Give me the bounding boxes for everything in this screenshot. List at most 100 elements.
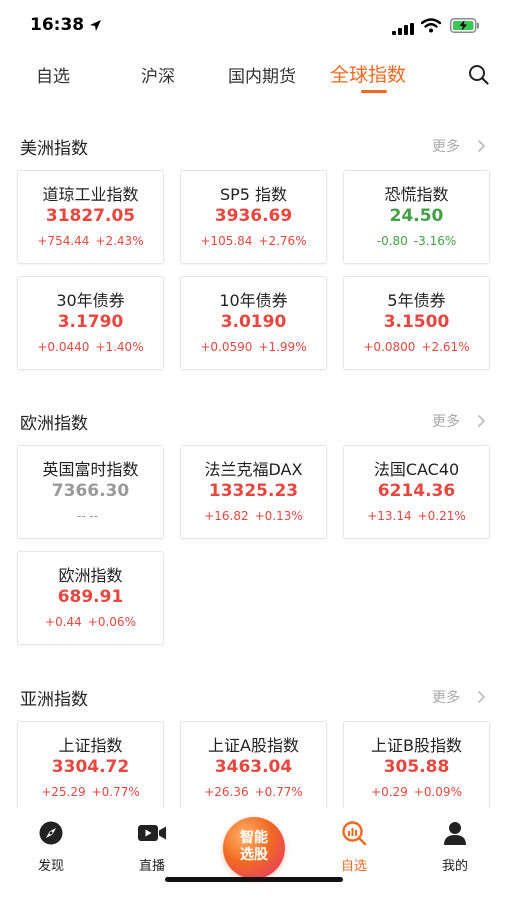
change-percent: +2.43% xyxy=(95,234,144,248)
index-value: 3463.04 xyxy=(214,757,293,777)
index-value: 13325.23 xyxy=(208,481,299,501)
index-name: 上证B股指数 xyxy=(371,736,462,755)
change-percent: +0.77% xyxy=(91,785,140,799)
index-value: 3.1500 xyxy=(383,312,450,332)
index-value: 6214.36 xyxy=(377,481,456,501)
index-name: 法兰克福DAX xyxy=(204,460,303,479)
index-card[interactable]: SP5 指数 3936.69 +105.84 +2.76% xyxy=(180,170,327,264)
index-value: 3304.72 xyxy=(51,757,130,777)
change-percent: +0.06% xyxy=(87,615,136,629)
index-name: 欧洲指数 xyxy=(58,566,123,585)
change-amount: +25.29 xyxy=(41,785,86,799)
index-card[interactable]: 上证A股指数 3463.04 +26.36 +0.77% xyxy=(180,721,327,815)
chevron-right-icon[interactable] xyxy=(477,413,486,432)
index-card[interactable]: 上证指数 3304.72 +25.29 +0.77% xyxy=(17,721,164,815)
change-amount: +0.0440 xyxy=(37,340,90,354)
nav-live[interactable]: 直播 xyxy=(122,820,182,874)
index-value: 31827.05 xyxy=(45,206,136,226)
index-change: +0.0800 +2.61% xyxy=(344,340,489,354)
section-title: 美洲指数 xyxy=(20,139,88,159)
index-change: +25.29 +0.77% xyxy=(18,785,163,799)
video-camera-icon xyxy=(137,825,167,850)
index-change: +754.44 +2.43% xyxy=(18,234,163,248)
more-link[interactable]: 更多 xyxy=(432,136,460,156)
search-icon[interactable] xyxy=(468,64,489,89)
index-name: 10年债券 xyxy=(219,291,288,310)
change-percent: +0.21% xyxy=(417,509,466,523)
change-amount: +754.44 xyxy=(37,234,90,248)
index-change: +26.36 +0.77% xyxy=(181,785,326,799)
change-amount: +13.14 xyxy=(367,509,412,523)
change-amount: +16.82 xyxy=(204,509,249,523)
index-card[interactable]: 30年债券 3.1790 +0.0440 +1.40% xyxy=(17,276,164,370)
index-name: 道琼工业指数 xyxy=(42,185,139,204)
change-percent: -3.16% xyxy=(413,234,457,248)
section-title: 欧洲指数 xyxy=(20,414,88,434)
tab-watchlist[interactable]: 自选 xyxy=(36,62,70,87)
nav-label: 直播 xyxy=(138,859,165,874)
change-amount: +26.36 xyxy=(204,785,249,799)
index-value: 3.0190 xyxy=(220,312,287,332)
location-arrow-icon xyxy=(89,17,102,36)
nav-mine[interactable]: 我的 xyxy=(425,820,485,874)
index-name: 30年债券 xyxy=(56,291,125,310)
index-name: 英国富时指数 xyxy=(42,460,139,479)
section-header-europe: 欧洲指数 更多 xyxy=(0,407,507,437)
market-tabs: 自选 沪深 国内期货 全球指数 xyxy=(0,56,507,96)
index-change: +105.84 +2.76% xyxy=(181,234,326,248)
smart-stock-picker-button[interactable]: 智能 选股 xyxy=(223,817,285,879)
index-change: -0.80 -3.16% xyxy=(344,234,489,248)
change-percent: +2.76% xyxy=(258,234,307,248)
index-name: 上证A股指数 xyxy=(208,736,299,755)
index-name: 上证指数 xyxy=(58,736,123,755)
index-name: 5年债券 xyxy=(387,291,446,310)
index-card[interactable]: 欧洲指数 689.91 +0.44 +0.06% xyxy=(17,551,164,645)
change-amount: +0.44 xyxy=(45,615,82,629)
index-value: 24.50 xyxy=(389,206,444,226)
nav-watchlist[interactable]: 自选 xyxy=(324,820,384,874)
more-link[interactable]: 更多 xyxy=(432,411,460,431)
compass-icon xyxy=(38,821,64,850)
nav-label: 我的 xyxy=(441,859,468,874)
wifi-icon xyxy=(420,18,442,37)
section-title: 亚洲指数 xyxy=(20,690,88,710)
index-name: 恐慌指数 xyxy=(384,185,449,204)
nav-label: 发现 xyxy=(37,859,64,874)
bottom-nav: 发现 直播 智能 选股 自选 我的 xyxy=(0,808,507,900)
index-card[interactable]: 上证B股指数 305.88 +0.29 +0.09% xyxy=(343,721,490,815)
index-card[interactable]: 英国富时指数 7366.30 -- -- xyxy=(17,445,164,539)
index-card[interactable]: 法国CAC40 6214.36 +13.14 +0.21% xyxy=(343,445,490,539)
chevron-right-icon[interactable] xyxy=(477,138,486,157)
tab-shanghai-shenzhen[interactable]: 沪深 xyxy=(141,62,175,87)
tab-global-indices[interactable]: 全球指数 xyxy=(330,60,406,87)
index-change: -- -- xyxy=(18,509,163,523)
index-value: 7366.30 xyxy=(51,481,130,501)
chevron-right-icon[interactable] xyxy=(477,689,486,708)
index-card[interactable]: 恐慌指数 24.50 -0.80 -3.16% xyxy=(343,170,490,264)
section-header-asia: 亚洲指数 更多 xyxy=(0,683,507,713)
index-name: SP5 指数 xyxy=(219,185,288,204)
change-amount: +105.84 xyxy=(200,234,253,248)
index-name: 法国CAC40 xyxy=(373,460,460,479)
change-percent: +0.77% xyxy=(254,785,303,799)
index-card[interactable]: 5年债券 3.1500 +0.0800 +2.61% xyxy=(343,276,490,370)
index-change: +0.29 +0.09% xyxy=(344,785,489,799)
index-value: 305.88 xyxy=(383,757,450,777)
change-percent: +1.99% xyxy=(258,340,307,354)
tab-domestic-futures[interactable]: 国内期货 xyxy=(228,62,296,87)
change-amount: -- -- xyxy=(76,509,99,523)
index-card[interactable]: 法兰克福DAX 13325.23 +16.82 +0.13% xyxy=(180,445,327,539)
more-link[interactable]: 更多 xyxy=(432,687,460,707)
change-amount: +0.0590 xyxy=(200,340,253,354)
index-change: +0.0440 +1.40% xyxy=(18,340,163,354)
change-percent: +0.13% xyxy=(254,509,303,523)
status-time: 16:38 xyxy=(30,15,85,35)
nav-discover[interactable]: 发现 xyxy=(21,820,81,874)
index-value: 3936.69 xyxy=(214,206,293,226)
index-value: 689.91 xyxy=(57,587,124,607)
index-card[interactable]: 10年债券 3.0190 +0.0590 +1.99% xyxy=(180,276,327,370)
index-change: +0.0590 +1.99% xyxy=(181,340,326,354)
index-card[interactable]: 道琼工业指数 31827.05 +754.44 +2.43% xyxy=(17,170,164,264)
home-indicator[interactable] xyxy=(165,877,343,882)
battery-charging-icon xyxy=(450,18,480,37)
